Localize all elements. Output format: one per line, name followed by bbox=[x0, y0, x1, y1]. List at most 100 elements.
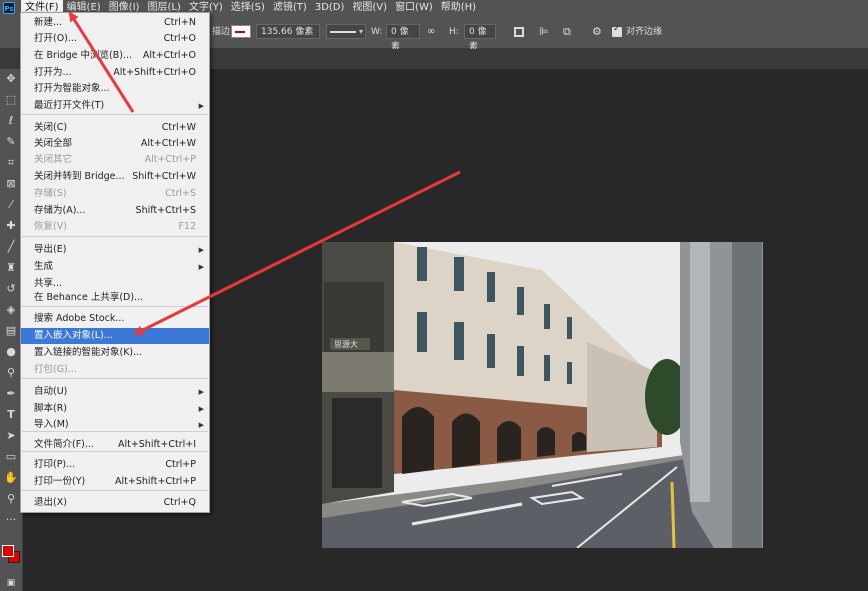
blur-tool-icon[interactable]: ● bbox=[3, 344, 19, 360]
menu-item-shortcut: Alt+Shift+Ctrl+P bbox=[115, 476, 196, 487]
menu-item-shortcut: Alt+Shift+Ctrl+I bbox=[117, 439, 196, 450]
h-label: H: bbox=[449, 27, 459, 37]
menu-item-shortcut: F12 bbox=[178, 221, 196, 232]
submenu-arrow-icon: ▶ bbox=[198, 246, 204, 254]
file-menu-dropdown: 新建... Ctrl+N 打开(O)... Ctrl+O 在 Bridge 中浏览(B)… bbox=[20, 12, 210, 513]
menu-item-label: 打开为智能对象... bbox=[34, 83, 110, 94]
brush-tool-icon[interactable]: ╱ bbox=[3, 239, 19, 255]
file-menu-item[interactable]: 打开(O)... Ctrl+O bbox=[21, 31, 209, 47]
street-scene-illustration: 思源大 bbox=[322, 242, 763, 548]
file-menu-item[interactable]: 新建... Ctrl+N bbox=[21, 15, 209, 31]
dodge-tool-icon[interactable]: ⚲ bbox=[3, 365, 19, 381]
file-menu-item[interactable]: 存储为(A)... Shift+Ctrl+S bbox=[21, 203, 209, 219]
align-edges-checkbox[interactable] bbox=[612, 24, 622, 37]
file-menu-item[interactable]: 关闭(C) Ctrl+W bbox=[21, 120, 209, 136]
path-select-icon[interactable]: ➤ bbox=[3, 428, 19, 444]
width-field[interactable]: 0 像素 bbox=[386, 24, 420, 52]
lasso-tool-icon[interactable]: ℓ bbox=[3, 113, 19, 129]
file-menu-item[interactable]: 最近打开文件(T) ▶ bbox=[21, 98, 209, 114]
file-menu-item[interactable]: 在 Bridge 中浏览(B)... Alt+Ctrl+O bbox=[21, 48, 209, 64]
menu-item-shortcut: Shift+Ctrl+W bbox=[132, 171, 196, 182]
submenu-arrow-icon: ▶ bbox=[198, 102, 204, 110]
file-menu-item[interactable]: 脚本(R) ▶ bbox=[21, 401, 209, 417]
shape-tool-icon[interactable]: ▭ bbox=[3, 449, 19, 465]
file-menu-item[interactable]: 置入链接的智能对象(K)... bbox=[21, 345, 209, 361]
file-menu-item[interactable]: 退出(X) Ctrl+Q bbox=[21, 495, 209, 511]
path-arrangement-icon[interactable]: ⧉ bbox=[563, 24, 571, 40]
file-menu-item[interactable]: 在 Behance 上共享(D)... bbox=[21, 290, 209, 306]
stroke-size-field[interactable]: 135.66 像素 bbox=[256, 24, 320, 39]
file-menu-item[interactable]: 打印一份(Y) Alt+Shift+Ctrl+P bbox=[21, 474, 209, 490]
clone-stamp-icon[interactable]: ♜ bbox=[3, 260, 19, 276]
file-menu-item[interactable]: 恢复(V) F12 bbox=[21, 219, 209, 235]
file-menu-item[interactable]: 关闭全部 Alt+Ctrl+W bbox=[21, 136, 209, 152]
link-icon[interactable]: ∞ bbox=[427, 24, 435, 40]
stroke-color-swatch[interactable] bbox=[231, 25, 251, 38]
stroke-type-select[interactable] bbox=[326, 24, 366, 39]
file-menu-item[interactable]: 存储(S) Ctrl+S bbox=[21, 186, 209, 202]
menu-item-shortcut: Alt+Ctrl+W bbox=[140, 138, 196, 149]
file-menu-item[interactable]: 打印(P)... Ctrl+P bbox=[21, 457, 209, 473]
quick-select-tool-icon[interactable]: ✎ bbox=[3, 134, 19, 150]
menu-help[interactable]: 帮助(H) bbox=[437, 0, 480, 16]
file-menu-item[interactable]: 自动(U) ▶ bbox=[21, 384, 209, 400]
file-menu-item[interactable]: 关闭并转到 Bridge... Shift+Ctrl+W bbox=[21, 169, 209, 185]
eyedropper-tool-icon[interactable]: ⁄ bbox=[3, 197, 19, 213]
file-menu-item[interactable]: 导入(M) ▶ bbox=[21, 417, 209, 433]
screen-mode-icon[interactable]: ▣ bbox=[3, 575, 19, 591]
more-tools-icon[interactable]: ··· bbox=[3, 512, 19, 528]
file-menu-item[interactable]: 关闭其它 Alt+Ctrl+P bbox=[21, 152, 209, 168]
menu-item-label: 恢复(V) bbox=[34, 221, 67, 232]
file-menu-item[interactable]: 搜索 Adobe Stock... bbox=[21, 311, 209, 327]
move-tool-icon[interactable]: ✥ bbox=[3, 71, 19, 87]
history-brush-icon[interactable]: ↺ bbox=[3, 281, 19, 297]
menu-item-label: 关闭(C) bbox=[34, 122, 68, 133]
eraser-tool-icon[interactable]: ◈ bbox=[3, 302, 19, 318]
file-menu-item[interactable]: 置入嵌入对象(L)... bbox=[21, 328, 209, 344]
path-alignment-icon[interactable]: ⊫ bbox=[539, 24, 549, 40]
menu-item-label: 新建... bbox=[34, 17, 63, 28]
menu-select[interactable]: 选择(S) bbox=[227, 0, 269, 16]
menu-window[interactable]: 窗口(W) bbox=[391, 0, 437, 16]
menu-item-label: 打开(O)... bbox=[34, 33, 77, 44]
hand-tool-icon[interactable]: ✋ bbox=[3, 470, 19, 486]
file-menu-item[interactable]: 打开为... Alt+Shift+Ctrl+O bbox=[21, 65, 209, 81]
height-field[interactable]: 0 像素 bbox=[464, 24, 496, 52]
menu-item-label: 最近打开文件(T) bbox=[34, 100, 105, 111]
pen-tool-icon[interactable]: ✒ bbox=[3, 386, 19, 402]
menu-item-label: 存储(S) bbox=[34, 188, 67, 199]
menu-item-label: 打印一份(Y) bbox=[34, 476, 86, 487]
menu-item-label: 在 Behance 上共享(D)... bbox=[34, 292, 144, 303]
menu-separator bbox=[22, 306, 208, 307]
menu-3d[interactable]: 3D(D) bbox=[311, 0, 349, 16]
frame-tool-icon[interactable]: ⊠ bbox=[3, 176, 19, 192]
gear-icon[interactable]: ⚙ bbox=[592, 24, 602, 40]
menu-filter[interactable]: 滤镜(T) bbox=[269, 0, 311, 16]
marquee-tool-icon[interactable]: ⬚ bbox=[3, 92, 19, 108]
healing-brush-icon[interactable]: ✚ bbox=[3, 218, 19, 234]
file-menu-item[interactable]: 打包(G)... bbox=[21, 362, 209, 378]
menu-item-label: 搜索 Adobe Stock... bbox=[34, 313, 125, 324]
gradient-tool-icon[interactable]: ▤ bbox=[3, 323, 19, 339]
menu-item-label: 关闭其它 bbox=[34, 154, 73, 165]
menu-separator bbox=[22, 490, 208, 491]
file-menu-item[interactable]: 打开为智能对象... bbox=[21, 81, 209, 97]
foreground-color-swatch[interactable] bbox=[2, 545, 14, 557]
menu-item-label: 打开为... bbox=[34, 67, 72, 78]
menu-item-label: 脚本(R) bbox=[34, 403, 68, 414]
menu-item-shortcut: Ctrl+S bbox=[165, 188, 196, 199]
zoom-tool-icon[interactable]: ⚲ bbox=[3, 491, 19, 507]
file-menu-item[interactable]: 导出(E) ▶ bbox=[21, 242, 209, 258]
w-label: W: bbox=[371, 27, 383, 37]
file-menu-item[interactable]: 生成 ▶ bbox=[21, 259, 209, 275]
building-sign-text: 思源大 bbox=[334, 339, 358, 349]
menu-item-label: 关闭全部 bbox=[34, 138, 73, 149]
menu-separator bbox=[22, 378, 208, 379]
crop-tool-icon[interactable]: ⌗ bbox=[3, 155, 19, 171]
type-tool-icon[interactable]: T bbox=[3, 407, 19, 423]
menu-view[interactable]: 视图(V) bbox=[348, 0, 391, 16]
menu-item-label: 自动(U) bbox=[34, 386, 68, 397]
path-operations-icon[interactable] bbox=[514, 27, 524, 37]
file-menu-item[interactable]: 文件简介(F)... Alt+Shift+Ctrl+I bbox=[21, 437, 209, 453]
submenu-arrow-icon: ▶ bbox=[198, 263, 204, 271]
